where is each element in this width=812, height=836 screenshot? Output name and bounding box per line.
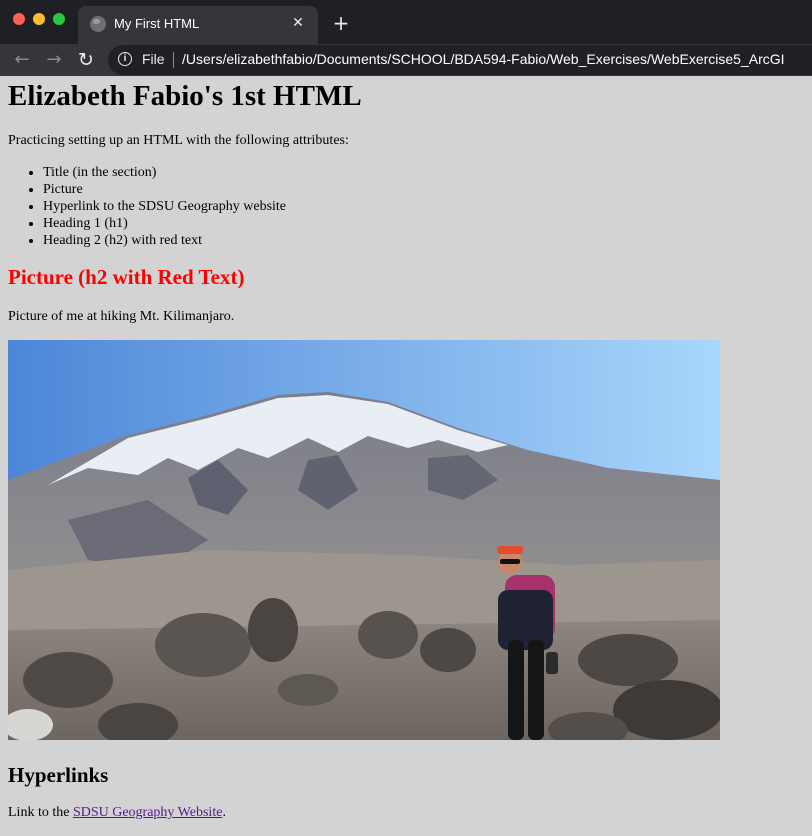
new-tab-button[interactable]: + bbox=[330, 12, 352, 34]
url-scheme-label: File bbox=[142, 51, 165, 67]
list-item: Title (in the section) bbox=[43, 164, 286, 181]
picture-heading: Picture (h2 with Red Text) bbox=[8, 265, 245, 289]
sdsu-geography-link[interactable]: SDSU Geography Website bbox=[73, 805, 223, 820]
intro-text: Practicing setting up an HTML with the f… bbox=[8, 133, 349, 148]
browser-tab-bar: My First HTML ✕ + bbox=[0, 0, 812, 44]
close-window-button[interactable] bbox=[13, 13, 25, 25]
page-heading-h1: Elizabeth Fabio's 1st HTML bbox=[8, 80, 362, 112]
back-arrow-icon[interactable]: ← bbox=[10, 48, 34, 72]
tab-close-icon[interactable]: ✕ bbox=[288, 13, 308, 33]
info-icon[interactable]: i bbox=[118, 52, 132, 66]
address-bar-divider bbox=[173, 52, 174, 68]
link-paragraph: Link to the SDSU Geography Website. bbox=[8, 805, 226, 821]
reload-icon[interactable]: ↻ bbox=[74, 48, 98, 72]
list-item: Picture bbox=[43, 181, 286, 198]
attribute-list: Title (in the section) Picture Hyperlink… bbox=[8, 164, 286, 249]
link-prefix: Link to the bbox=[8, 805, 73, 820]
page-content: Elizabeth Fabio's 1st HTML Practicing se… bbox=[0, 76, 812, 836]
picture-caption: Picture of me at hiking Mt. Kilimanjaro. bbox=[8, 309, 235, 324]
address-bar[interactable]: i File /Users/elizabethfabio/Documents/S… bbox=[108, 45, 812, 75]
list-item: Hyperlink to the SDSU Geography website bbox=[43, 198, 286, 215]
maximize-window-button[interactable] bbox=[53, 13, 65, 25]
list-item: Heading 1 (h1) bbox=[43, 215, 286, 232]
minimize-window-button[interactable] bbox=[33, 13, 45, 25]
browser-toolbar: ← → ↻ i File /Users/elizabethfabio/Docum… bbox=[0, 44, 812, 76]
hyperlinks-heading: Hyperlinks bbox=[8, 763, 109, 787]
globe-icon bbox=[90, 16, 106, 32]
tab-title: My First HTML bbox=[114, 16, 200, 31]
browser-tab[interactable]: My First HTML ✕ bbox=[78, 6, 318, 44]
url-text[interactable]: /Users/elizabethfabio/Documents/SCHOOL/B… bbox=[182, 51, 785, 67]
forward-arrow-icon[interactable]: → bbox=[42, 48, 66, 72]
link-suffix: . bbox=[222, 805, 226, 820]
kilimanjaro-photo bbox=[8, 340, 720, 740]
list-item: Heading 2 (h2) with red text bbox=[43, 232, 286, 249]
